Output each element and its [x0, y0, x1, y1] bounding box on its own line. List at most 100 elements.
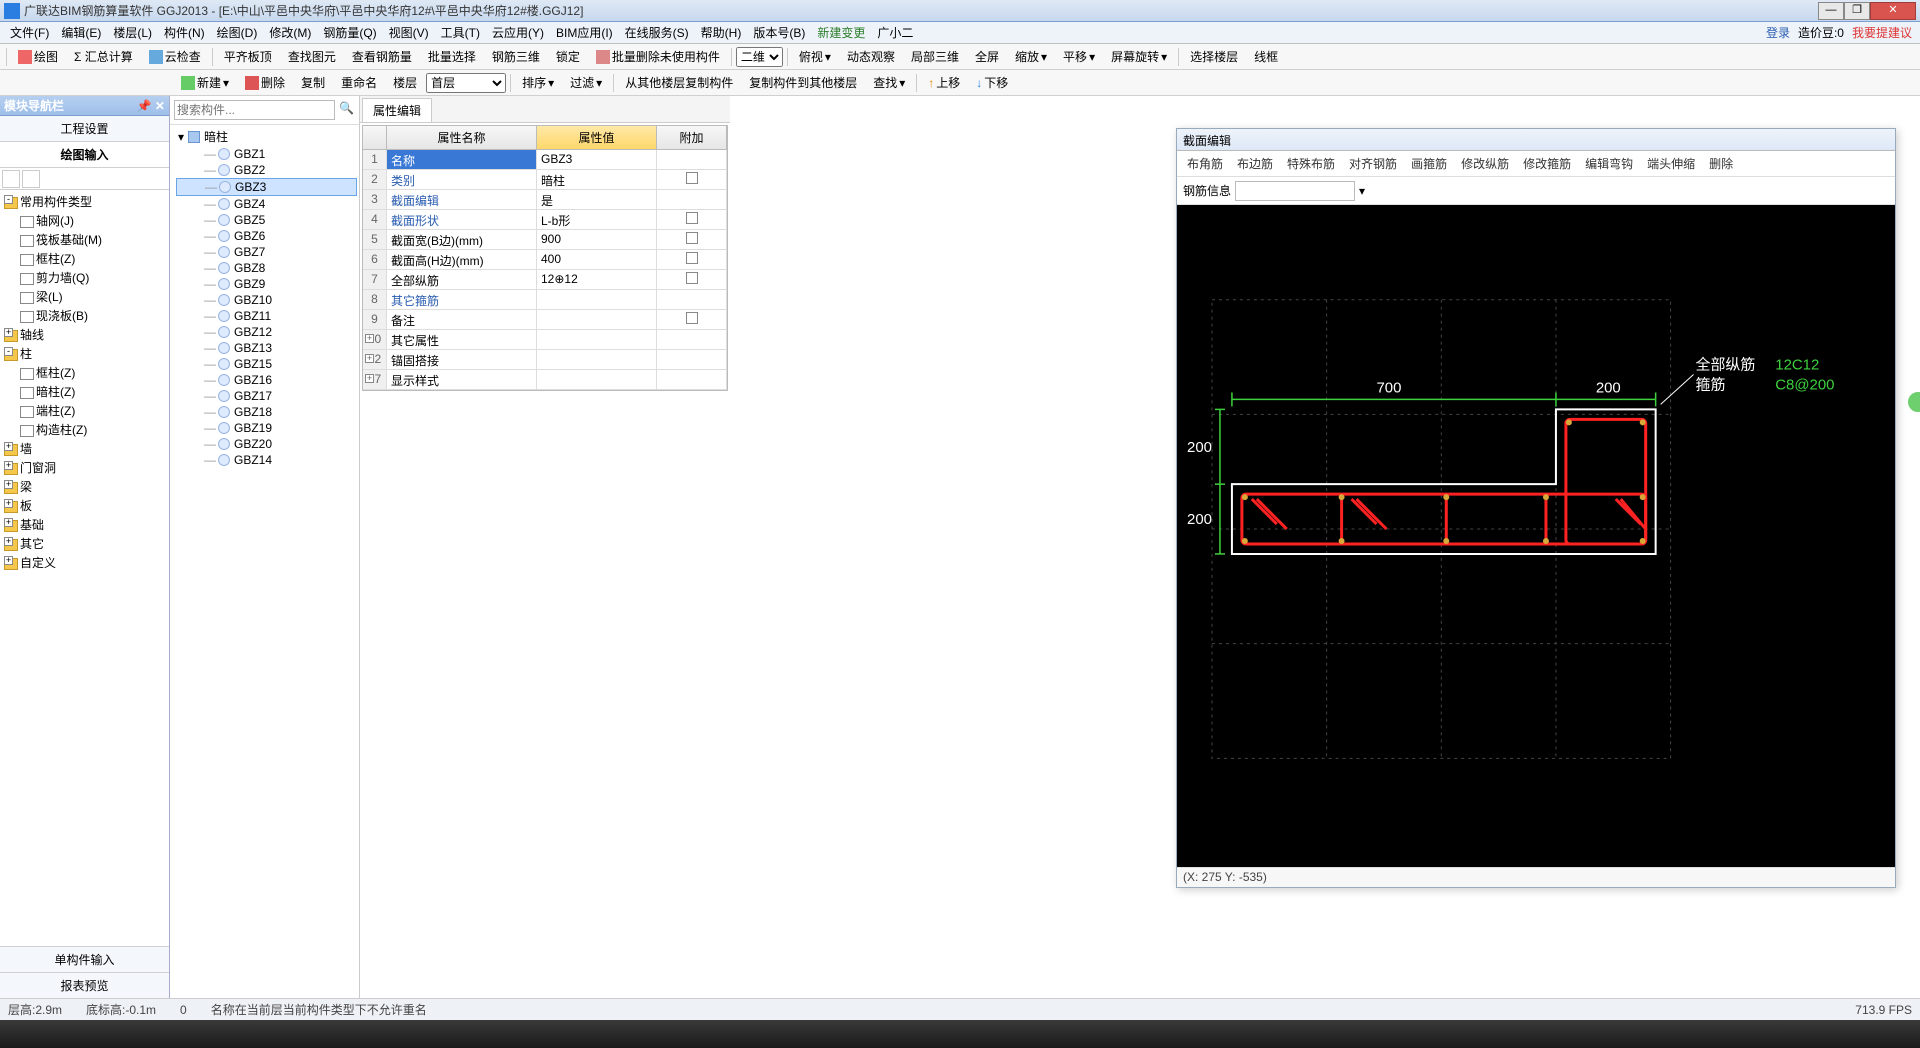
tree-node[interactable]: +门窗洞 — [2, 458, 167, 477]
tree-node[interactable]: 端柱(Z) — [2, 401, 167, 420]
tree-node[interactable]: 构造柱(Z) — [2, 420, 167, 439]
menu-help[interactable]: 帮助(H) — [695, 22, 748, 43]
component-item[interactable]: —GBZ1 — [176, 146, 357, 162]
tb-dynamic-view[interactable]: 动态观察 — [840, 45, 902, 68]
minimize-button[interactable]: — — [1818, 2, 1844, 20]
property-tab[interactable]: 属性编辑 — [362, 98, 432, 122]
component-root[interactable]: ▾暗柱 — [176, 127, 357, 146]
tree-node[interactable]: 梁(L) — [2, 287, 167, 306]
component-tree[interactable]: ▾暗柱—GBZ1—GBZ2—GBZ3—GBZ4—GBZ5—GBZ6—GBZ7—G… — [170, 125, 359, 998]
tb-new[interactable]: 新建 ▾ — [174, 71, 236, 94]
se-mod-stir[interactable]: 修改箍筋 — [1519, 153, 1575, 174]
tree-node[interactable]: 现浇板(B) — [2, 306, 167, 325]
property-row[interactable]: 2类别暗柱 — [363, 170, 727, 190]
tb-copy[interactable]: 复制 — [294, 71, 332, 94]
component-item[interactable]: —GBZ6 — [176, 228, 357, 244]
property-row[interactable]: 7全部纵筋12⊕12 — [363, 270, 727, 290]
nav-single-input[interactable]: 单构件输入 — [0, 946, 169, 972]
component-item[interactable]: —GBZ18 — [176, 404, 357, 420]
tb-delete[interactable]: 删除 — [238, 71, 292, 94]
component-item[interactable]: —GBZ4 — [176, 196, 357, 212]
component-item[interactable]: —GBZ14 — [176, 452, 357, 468]
component-item[interactable]: —GBZ12 — [176, 324, 357, 340]
component-item[interactable]: —GBZ13 — [176, 340, 357, 356]
menu-file[interactable]: 文件(F) — [4, 22, 55, 43]
se-delete[interactable]: 删除 — [1705, 153, 1737, 174]
taskbar[interactable] — [0, 1020, 1920, 1048]
tree-node[interactable]: 剪力墙(Q) — [2, 268, 167, 287]
search-icon[interactable]: 🔍 — [339, 101, 355, 119]
menu-rebar[interactable]: 钢筋量(Q) — [317, 22, 382, 43]
property-row[interactable]: 1名称GBZ3 — [363, 150, 727, 170]
pin-icon[interactable]: 📌 ✕ — [137, 99, 165, 113]
maximize-button[interactable]: ❐ — [1844, 2, 1870, 20]
menu-user[interactable]: 广小二 — [871, 22, 919, 43]
component-item[interactable]: —GBZ16 — [176, 372, 357, 388]
property-row[interactable]: 8其它箍筋 — [363, 290, 727, 310]
se-mod-long[interactable]: 修改纵筋 — [1457, 153, 1513, 174]
menu-cloud[interactable]: 云应用(Y) — [486, 22, 550, 43]
tb-move-up[interactable]: ↑ 上移 — [921, 71, 967, 94]
tree-node[interactable]: 框柱(Z) — [2, 363, 167, 382]
tb-pan[interactable]: 平移 ▾ — [1056, 45, 1102, 68]
menu-edit[interactable]: 编辑(E) — [55, 22, 107, 43]
se-end-ext[interactable]: 端头伸缩 — [1643, 153, 1699, 174]
tree-node[interactable]: +基础 — [2, 515, 167, 534]
se-edge[interactable]: 布边筋 — [1233, 153, 1277, 174]
tree-node[interactable]: +自定义 — [2, 553, 167, 572]
tb-wireframe[interactable]: 线框 — [1247, 45, 1285, 68]
tree-node[interactable]: +其它 — [2, 534, 167, 553]
nav-tab-draw[interactable]: 绘图输入 — [0, 142, 169, 168]
component-item[interactable]: —GBZ9 — [176, 276, 357, 292]
component-item[interactable]: —GBZ5 — [176, 212, 357, 228]
menu-component[interactable]: 构件(N) — [158, 22, 211, 43]
tb-view-rebar[interactable]: 查看钢筋量 — [345, 45, 419, 68]
tb-top-view[interactable]: 俯视 ▾ — [792, 45, 838, 68]
tb-sort[interactable]: 排序 ▾ — [515, 71, 561, 94]
tb-draw[interactable]: 绘图 — [11, 45, 65, 68]
tb-move-down[interactable]: ↓ 下移 — [969, 71, 1015, 94]
search-input[interactable] — [174, 100, 335, 120]
tb-find-element[interactable]: 查找图元 — [281, 45, 343, 68]
tb-rename[interactable]: 重命名 — [334, 71, 384, 94]
menu-new-change[interactable]: 新建变更 — [811, 22, 871, 43]
tb-fullscreen[interactable]: 全屏 — [968, 45, 1006, 68]
menu-modify[interactable]: 修改(M) — [263, 22, 317, 43]
component-item[interactable]: —GBZ2 — [176, 162, 357, 178]
tb-batch-select[interactable]: 批量选择 — [421, 45, 483, 68]
tb-align-slab[interactable]: 平齐板顶 — [217, 45, 279, 68]
tb-copy-to-floor[interactable]: 复制构件到其他楼层 — [742, 71, 864, 94]
tree-node[interactable]: -常用构件类型 — [2, 192, 167, 211]
floor-select[interactable]: 首层 — [426, 73, 506, 93]
view-mode-select[interactable]: 二维 — [736, 47, 783, 67]
tree-node[interactable]: 框柱(Z) — [2, 249, 167, 268]
tb-copy-from-floor[interactable]: 从其他楼层复制构件 — [618, 71, 740, 94]
tb-batch-delete[interactable]: 批量删除未使用构件 — [589, 45, 727, 68]
tb-sum[interactable]: Σ 汇总计算 — [67, 45, 140, 68]
tb-lock[interactable]: 锁定 — [549, 45, 587, 68]
login-link[interactable]: 登录 — [1762, 24, 1794, 41]
nav-report-preview[interactable]: 报表预览 — [0, 972, 169, 998]
property-row[interactable]: 9备注 — [363, 310, 727, 330]
component-item[interactable]: —GBZ3 — [176, 178, 357, 196]
property-row[interactable]: 10+其它属性 — [363, 330, 727, 350]
se-corner[interactable]: 布角筋 — [1183, 153, 1227, 174]
menu-draw[interactable]: 绘图(D) — [211, 22, 264, 43]
property-row[interactable]: 22+锚固搭接 — [363, 350, 727, 370]
tb-rotate-screen[interactable]: 屏幕旋转 ▾ — [1104, 45, 1174, 68]
component-item[interactable]: —GBZ10 — [176, 292, 357, 308]
se-stirrup[interactable]: 画箍筋 — [1407, 153, 1451, 174]
nav-tree[interactable]: -常用构件类型轴网(J)筏板基础(M)框柱(Z)剪力墙(Q)梁(L)现浇板(B)… — [0, 190, 169, 946]
tb-rebar-3d[interactable]: 钢筋三维 — [485, 45, 547, 68]
dropdown-icon[interactable]: ▾ — [1359, 184, 1365, 198]
tree-node[interactable]: +梁 — [2, 477, 167, 496]
tb-filter[interactable]: 过滤 ▾ — [563, 71, 609, 94]
tree-node[interactable]: +墙 — [2, 439, 167, 458]
component-item[interactable]: —GBZ8 — [176, 260, 357, 276]
se-align[interactable]: 对齐钢筋 — [1345, 153, 1401, 174]
menu-online[interactable]: 在线服务(S) — [619, 22, 695, 43]
se-special[interactable]: 特殊布筋 — [1283, 153, 1339, 174]
property-row[interactable]: 5截面宽(B边)(mm)900 — [363, 230, 727, 250]
section-canvas[interactable]: 700 200 200 200 全部纵筋 箍筋 12C12 C8@200 — [1177, 205, 1895, 867]
tree-node[interactable]: -柱 — [2, 344, 167, 363]
